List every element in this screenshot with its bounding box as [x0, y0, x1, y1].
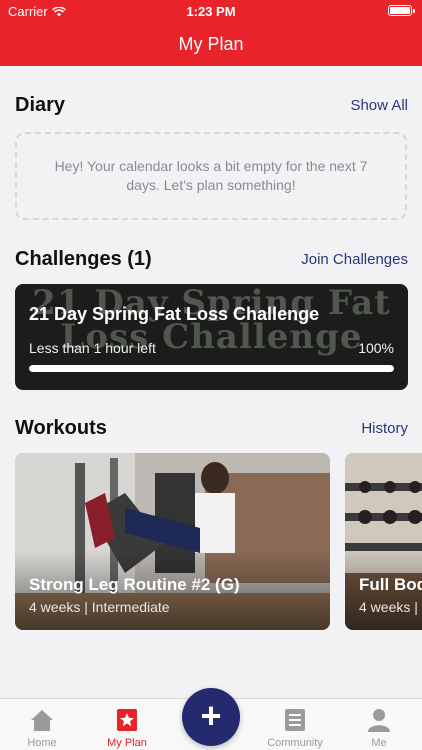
tab-me-label: Me: [371, 737, 387, 749]
challenge-title: 21 Day Spring Fat Loss Challenge: [29, 304, 320, 324]
workouts-header: Workouts History: [15, 417, 408, 440]
page-title: My Plan: [178, 34, 244, 54]
diary-header: Diary Show All: [15, 94, 408, 117]
join-challenges-link[interactable]: Join Challenges: [301, 251, 408, 268]
status-bar: Carrier 1:23 PM: [0, 0, 422, 22]
battery-icon: [388, 5, 415, 16]
challenges-header: Challenges (1) Join Challenges: [15, 248, 408, 271]
tab-me[interactable]: Me: [337, 707, 421, 749]
plus-icon: +: [200, 695, 222, 736]
challenges-title: Challenges (1): [15, 248, 152, 270]
diary-empty-state[interactable]: Hey! Your calendar looks a bit empty for…: [15, 132, 407, 220]
show-all-link[interactable]: Show All: [350, 97, 408, 114]
home-icon: [31, 710, 53, 731]
challenge-card[interactable]: 21 Day Spring Fat Loss Challenge 21 Day …: [15, 284, 408, 390]
challenge-time-left: Less than 1 hour left: [29, 340, 156, 356]
history-link[interactable]: History: [361, 420, 408, 437]
person-icon: [368, 709, 390, 732]
add-button[interactable]: +: [182, 688, 240, 746]
tab-home[interactable]: Home: [0, 707, 84, 749]
tab-my-plan[interactable]: My Plan: [85, 707, 169, 749]
tab-community[interactable]: Community: [253, 707, 337, 749]
tab-community-label: Community: [267, 737, 323, 749]
challenge-percent: 100%: [358, 340, 394, 356]
community-icon: [285, 709, 305, 731]
star-icon: [117, 709, 137, 731]
tab-my-plan-label: My Plan: [107, 737, 147, 749]
challenge-background-artwork: 21 Day Spring Fat Loss Challenge: [32, 284, 391, 357]
diary-empty-message: Hey! Your calendar looks a bit empty for…: [54, 158, 368, 193]
workout-title: Strong Leg Routine #2 (G): [29, 575, 240, 594]
diary-title: Diary: [15, 94, 66, 116]
workout-card[interactable]: Strong Leg Routine #2 (G) 4 weeks | Inte…: [15, 453, 330, 630]
workout-title: Full Body: [359, 575, 422, 594]
app-header: Carrier 1:23 PM My Plan: [0, 0, 422, 66]
challenge-progress-fill: [29, 365, 394, 372]
workout-card[interactable]: Full Body 4 weeks | Intermediate: [345, 453, 422, 630]
workouts-title: Workouts: [15, 417, 107, 439]
status-time: 1:23 PM: [186, 4, 236, 19]
challenge-progress-bar: [29, 365, 394, 372]
workouts-carousel[interactable]: Strong Leg Routine #2 (G) 4 weeks | Inte…: [15, 453, 422, 630]
workout-meta: 4 weeks | Intermediate: [359, 599, 422, 615]
tab-home-label: Home: [27, 737, 57, 749]
workout-meta: 4 weeks | Intermediate: [29, 599, 170, 615]
